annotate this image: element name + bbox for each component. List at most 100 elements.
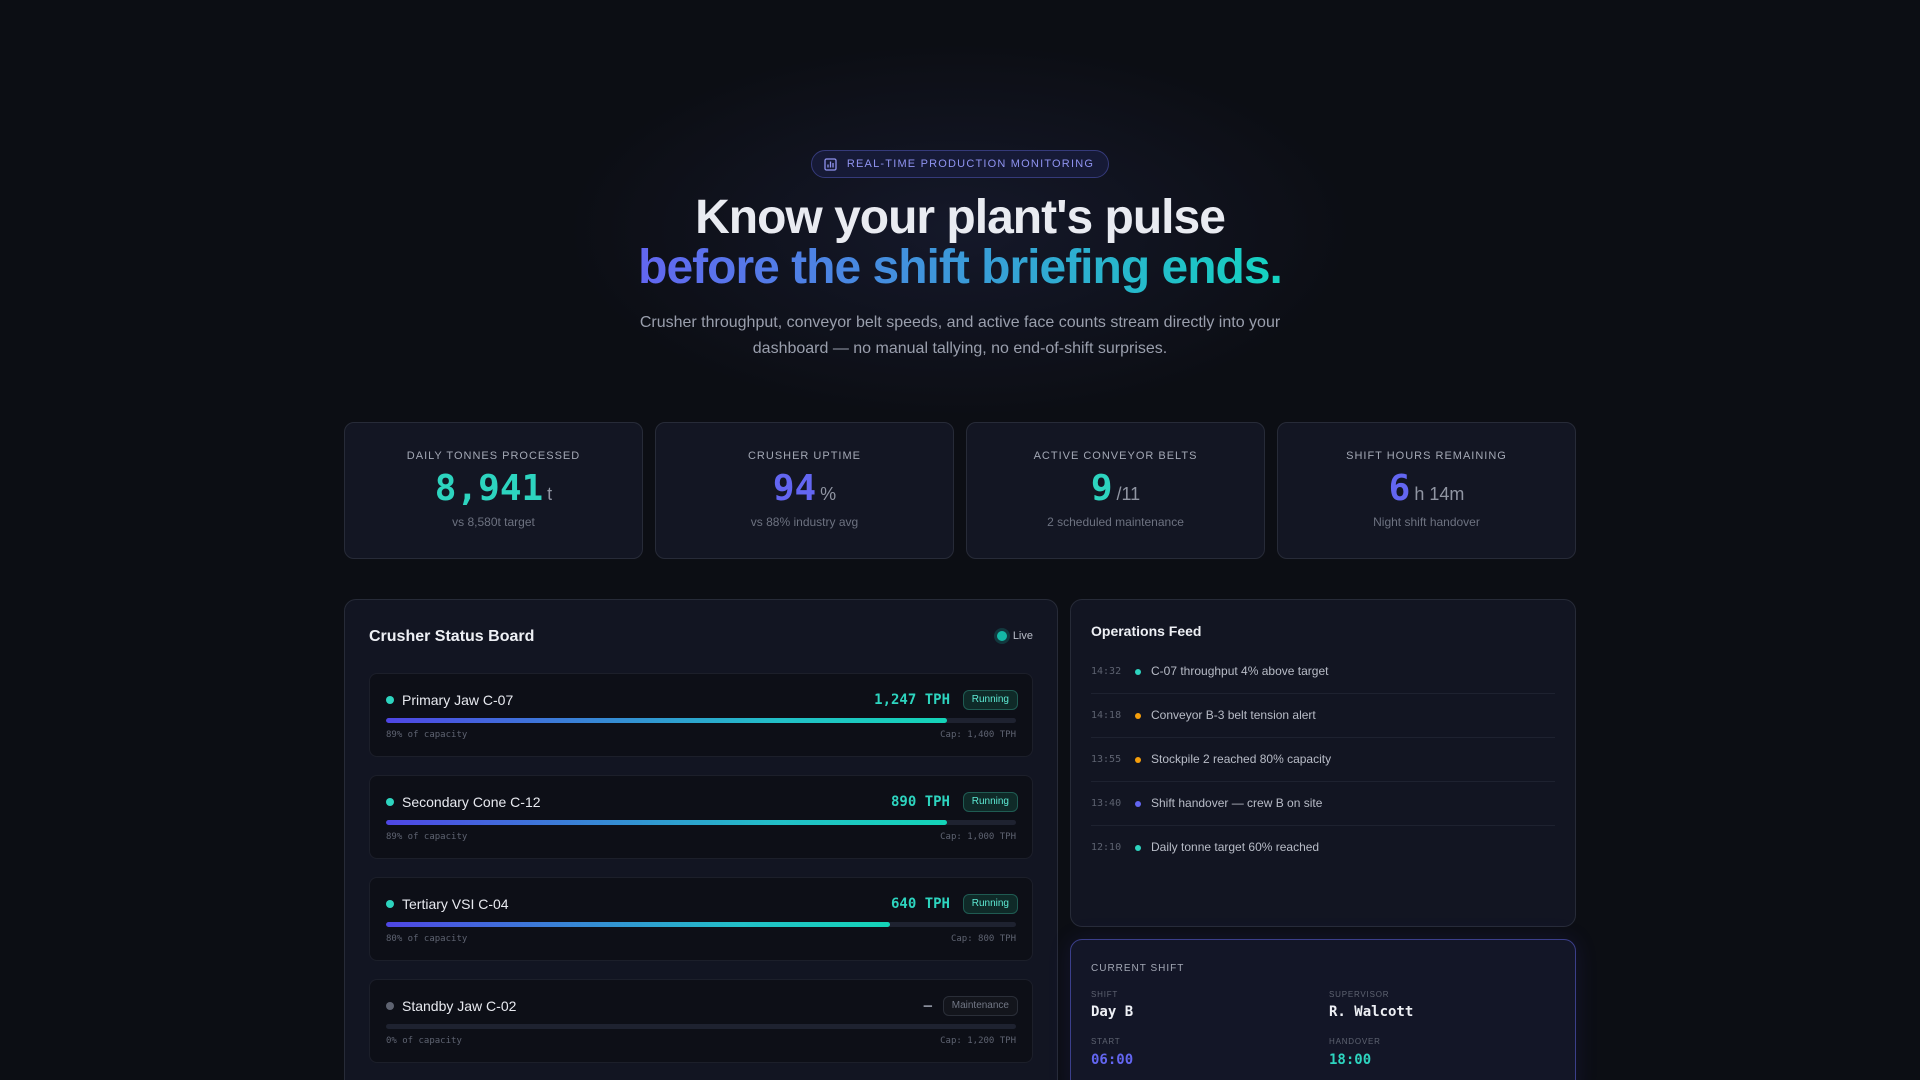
feed-dot-icon bbox=[1135, 845, 1141, 851]
feed-dot-icon bbox=[1135, 713, 1141, 719]
handover-label: HANDOVER bbox=[1329, 1037, 1381, 1046]
feed-title: Operations Feed bbox=[1091, 623, 1202, 639]
board-title: Crusher Status Board bbox=[369, 628, 535, 645]
crusher-name: Secondary Cone C-12 bbox=[402, 794, 541, 810]
stat-card-uptime: CRUSHER UPTIME 94 % vs 88% industry avg bbox=[655, 422, 954, 559]
stat-unit: h 14m bbox=[1414, 484, 1465, 504]
stat-unit: % bbox=[820, 484, 837, 504]
crusher-row[interactable]: Secondary Cone C-12 890 TPH Running 89% … bbox=[369, 775, 1033, 859]
current-shift-card: CURRENT SHIFT SHIFT Day B SUPERVISOR R. … bbox=[1070, 939, 1576, 1080]
shift-value: Day B bbox=[1091, 1004, 1134, 1020]
stat-note: vs 8,580t target bbox=[452, 515, 535, 529]
feed-time: 13:40 bbox=[1091, 798, 1122, 809]
status-badge: Running bbox=[962, 894, 1018, 914]
shift-card-title: CURRENT SHIFT bbox=[1091, 963, 1185, 974]
stat-label: CRUSHER UPTIME bbox=[747, 450, 861, 462]
status-badge: Running bbox=[962, 690, 1018, 710]
capacity-percent: 0% of capacity bbox=[386, 1036, 462, 1046]
feed-text: Conveyor B-3 belt tension alert bbox=[1151, 708, 1316, 722]
status-dot-icon bbox=[386, 900, 394, 908]
status-dot-icon bbox=[386, 798, 394, 806]
hero-title-line1: Know your plant's pulse bbox=[695, 191, 1226, 244]
feed-item[interactable]: 12:10 Daily tonne target 60% reached bbox=[1091, 826, 1555, 870]
supervisor-label: SUPERVISOR bbox=[1329, 990, 1390, 999]
crusher-throughput: 890 TPH bbox=[890, 794, 950, 810]
crusher-row[interactable]: Tertiary VSI C-04 640 TPH Running 80% of… bbox=[369, 877, 1033, 961]
feed-text: Stockpile 2 reached 80% capacity bbox=[1151, 752, 1332, 766]
feed-item[interactable]: 14:18 Conveyor B-3 belt tension alert bbox=[1091, 694, 1555, 738]
handover-value: 18:00 bbox=[1329, 1052, 1372, 1068]
live-label: Live bbox=[1012, 630, 1033, 642]
feed-text: C-07 throughput 4% above target bbox=[1151, 664, 1329, 678]
stat-card-conveyors: ACTIVE CONVEYOR BELTS 9 /11 2 scheduled … bbox=[966, 422, 1265, 559]
supervisor-value: R. Walcott bbox=[1329, 1004, 1414, 1020]
stat-note: vs 88% industry avg bbox=[750, 515, 859, 529]
feed-time: 12:10 bbox=[1091, 842, 1122, 853]
stat-label: ACTIVE CONVEYOR BELTS bbox=[1033, 450, 1198, 462]
feed-item[interactable]: 13:40 Shift handover — crew B on site bbox=[1091, 782, 1555, 826]
crusher-throughput: — bbox=[923, 998, 932, 1014]
feed-time: 13:55 bbox=[1091, 754, 1122, 765]
feed-time: 14:18 bbox=[1091, 710, 1122, 721]
stat-value: 8,941 bbox=[434, 468, 544, 509]
live-indicator: Live bbox=[996, 630, 1033, 642]
bar-chart-icon bbox=[824, 157, 837, 171]
stat-unit: /11 bbox=[1116, 484, 1141, 504]
capacity-bar-fill bbox=[386, 718, 947, 723]
status-dot-icon bbox=[386, 1002, 394, 1010]
status-badge: Maintenance bbox=[942, 996, 1018, 1016]
stat-value: 9 bbox=[1090, 468, 1113, 509]
start-value: 06:00 bbox=[1091, 1052, 1134, 1068]
capacity-max: Cap: 800 TPH bbox=[950, 934, 1016, 944]
capacity-bar bbox=[386, 922, 1016, 927]
stat-note: 2 scheduled maintenance bbox=[1047, 515, 1184, 529]
capacity-bar-fill bbox=[386, 922, 890, 927]
crusher-status-board: Crusher Status Board Live Primary Jaw C-… bbox=[344, 599, 1058, 1080]
stat-card-tonnes: DAILY TONNES PROCESSED 8,941 t vs 8,580t… bbox=[344, 422, 643, 559]
stat-unit: t bbox=[547, 484, 553, 504]
capacity-percent: 89% of capacity bbox=[386, 832, 468, 842]
crusher-throughput: 640 TPH bbox=[890, 896, 950, 912]
stat-value: 94 bbox=[772, 468, 817, 509]
capacity-bar bbox=[386, 820, 1016, 825]
start-label: START bbox=[1091, 1037, 1121, 1046]
monitoring-badge: REAL-TIME PRODUCTION MONITORING bbox=[810, 150, 1110, 178]
feed-text: Shift handover — crew B on site bbox=[1151, 796, 1323, 810]
hero: REAL-TIME PRODUCTION MONITORING Know you… bbox=[0, 150, 1920, 362]
feed-time: 14:32 bbox=[1091, 666, 1122, 677]
feed-text: Daily tonne target 60% reached bbox=[1151, 840, 1320, 854]
stat-label: SHIFT HOURS REMAINING bbox=[1346, 450, 1507, 462]
capacity-max: Cap: 1,000 TPH bbox=[940, 832, 1016, 842]
feed-item[interactable]: 13:55 Stockpile 2 reached 80% capacity bbox=[1091, 738, 1555, 782]
feed-dot-icon bbox=[1135, 801, 1141, 807]
operations-feed: Operations Feed 14:32 C-07 throughput 4%… bbox=[1070, 599, 1576, 927]
live-dot-icon bbox=[996, 631, 1007, 641]
crusher-throughput: 1,247 TPH bbox=[874, 692, 950, 708]
capacity-percent: 80% of capacity bbox=[386, 934, 468, 944]
capacity-percent: 89% of capacity bbox=[386, 730, 468, 740]
crusher-name: Primary Jaw C-07 bbox=[402, 692, 514, 708]
stats-row: DAILY TONNES PROCESSED 8,941 t vs 8,580t… bbox=[344, 422, 1576, 559]
crusher-name: Tertiary VSI C-04 bbox=[402, 896, 509, 912]
capacity-bar bbox=[386, 718, 1016, 723]
capacity-max: Cap: 1,200 TPH bbox=[940, 1036, 1016, 1046]
crusher-row[interactable]: Standby Jaw C-02 — Maintenance 0% of cap… bbox=[369, 979, 1033, 1063]
hero-title-line2: before the shift briefing ends. bbox=[638, 241, 1283, 294]
status-dot-icon bbox=[386, 696, 394, 704]
capacity-max: Cap: 1,400 TPH bbox=[940, 730, 1016, 740]
hero-subtitle: Crusher throughput, conveyor belt speeds… bbox=[639, 314, 1281, 357]
stat-note: Night shift handover bbox=[1373, 515, 1480, 529]
shift-label: SHIFT bbox=[1091, 990, 1119, 999]
capacity-bar-fill bbox=[386, 820, 947, 825]
status-badge: Running bbox=[962, 792, 1018, 812]
feed-dot-icon bbox=[1135, 757, 1141, 763]
capacity-bar bbox=[386, 1024, 1016, 1029]
feed-item[interactable]: 14:32 C-07 throughput 4% above target bbox=[1091, 650, 1555, 694]
stat-card-shift-hours: SHIFT HOURS REMAINING 6 h 14m Night shif… bbox=[1277, 422, 1576, 559]
stat-label: DAILY TONNES PROCESSED bbox=[406, 450, 581, 462]
crusher-row[interactable]: Primary Jaw C-07 1,247 TPH Running 89% o… bbox=[369, 673, 1033, 757]
stat-value: 6 bbox=[1388, 468, 1411, 509]
crusher-name: Standby Jaw C-02 bbox=[402, 998, 517, 1014]
feed-dot-icon bbox=[1135, 669, 1141, 675]
monitoring-badge-label: REAL-TIME PRODUCTION MONITORING bbox=[846, 158, 1095, 170]
